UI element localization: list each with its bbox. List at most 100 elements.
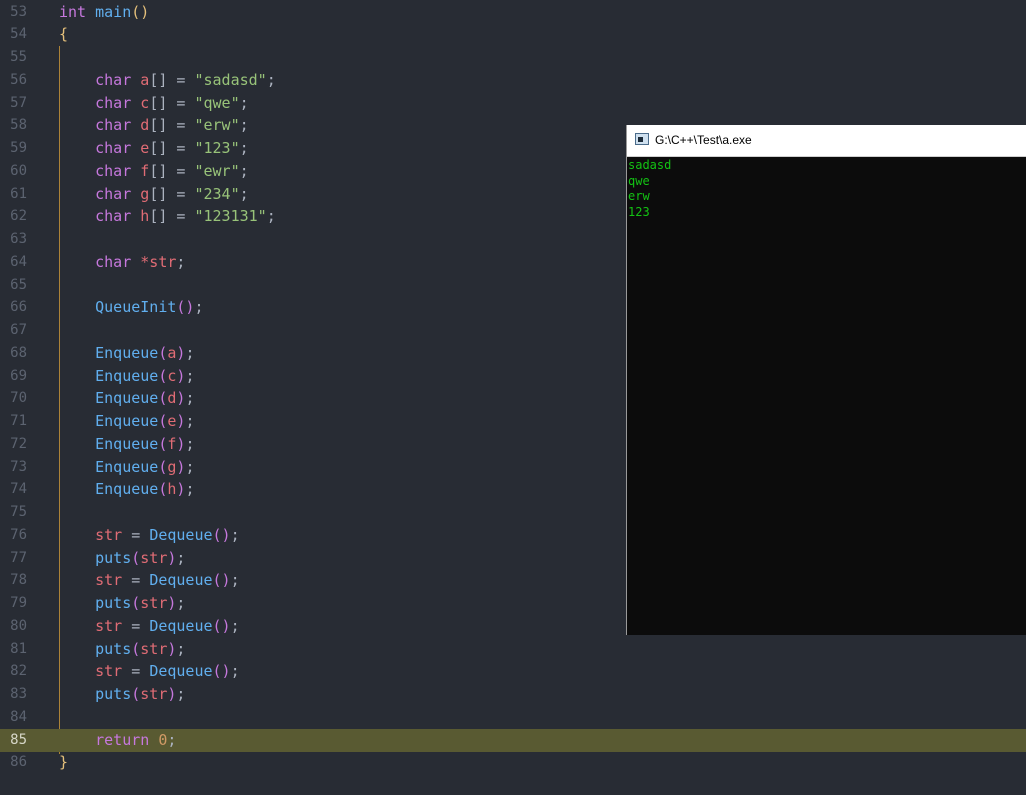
code-token: char bbox=[95, 161, 132, 180]
code-token: char bbox=[95, 207, 132, 226]
code-token: str bbox=[140, 594, 168, 612]
code-token: c bbox=[140, 93, 150, 112]
line-number: 77 bbox=[10, 549, 27, 566]
code-text: puts(str); bbox=[59, 638, 185, 661]
code-text: str = Dequeue(); bbox=[59, 524, 240, 547]
line-number: 72 bbox=[10, 435, 27, 452]
code-token: d bbox=[140, 116, 150, 135]
code-text: char f[] = "ewr"; bbox=[59, 160, 249, 183]
code-token: ; bbox=[176, 594, 186, 612]
code-token: ( bbox=[131, 594, 141, 612]
code-line[interactable]: 81 puts(str); bbox=[0, 638, 1026, 661]
code-token: str bbox=[95, 616, 123, 635]
code-token: QueueInit bbox=[95, 298, 177, 317]
code-token: *str bbox=[140, 252, 177, 271]
code-token: int bbox=[59, 2, 87, 21]
code-token: "123131" bbox=[194, 207, 267, 226]
code-line[interactable]: 84 bbox=[0, 706, 1026, 729]
code-token: () bbox=[212, 525, 231, 544]
code-line[interactable]: 53 int main() bbox=[0, 1, 1026, 24]
code-text: Enqueue(e); bbox=[59, 410, 194, 433]
line-number: 64 bbox=[10, 253, 27, 270]
code-line[interactable]: 55 bbox=[0, 46, 1026, 69]
code-token: puts bbox=[95, 548, 132, 567]
code-line[interactable]: 82 str = Dequeue(); bbox=[0, 660, 1026, 683]
code-token: "ewr" bbox=[194, 161, 240, 180]
code-token: ; bbox=[266, 70, 276, 89]
line-number: 59 bbox=[10, 140, 27, 156]
code-token: ; bbox=[185, 480, 195, 499]
code-token: Dequeue bbox=[149, 662, 213, 681]
code-token: "qwe" bbox=[194, 93, 240, 112]
code-text: Enqueue(f); bbox=[59, 433, 194, 456]
line-number: 76 bbox=[10, 526, 27, 543]
code-token: "234" bbox=[194, 184, 240, 203]
code-token: ; bbox=[239, 93, 249, 112]
code-token: ; bbox=[176, 639, 186, 658]
line-number: 74 bbox=[10, 481, 27, 498]
code-line[interactable]: 57 char c[] = "qwe"; bbox=[0, 92, 1026, 115]
code-text: str = Dequeue(); bbox=[59, 615, 240, 638]
code-token: h bbox=[140, 207, 150, 226]
line-number: 69 bbox=[10, 367, 27, 384]
console-titlebar[interactable]: G:\C++\Test\a.exe bbox=[627, 125, 1026, 157]
code-text: str = Dequeue(); bbox=[59, 569, 240, 592]
code-token: ; bbox=[185, 457, 195, 476]
code-text: Enqueue(g); bbox=[59, 456, 194, 479]
code-line[interactable]: 56 char a[] = "sadasd"; bbox=[0, 69, 1026, 92]
code-text: Enqueue(a); bbox=[59, 342, 194, 365]
code-token: () bbox=[212, 616, 231, 635]
code-text: char h[] = "123131"; bbox=[59, 205, 276, 228]
code-token: ; bbox=[167, 730, 177, 749]
console-output[interactable]: sadasd qwe erw 123 bbox=[628, 158, 1026, 220]
code-text: char e[] = "123"; bbox=[59, 137, 249, 160]
line-number: 68 bbox=[10, 344, 27, 361]
code-text: str = Dequeue(); bbox=[59, 660, 240, 683]
code-line[interactable]: 83 puts(str); bbox=[0, 683, 1026, 706]
code-line[interactable]: 54 { bbox=[0, 23, 1026, 46]
code-text: Enqueue(h); bbox=[59, 478, 194, 501]
line-number: 75 bbox=[10, 504, 27, 520]
code-token: [] = bbox=[149, 207, 195, 226]
line-number: 67 bbox=[10, 322, 27, 338]
current-code-line[interactable]: 85 return 0; bbox=[0, 728, 1026, 752]
code-token: puts bbox=[95, 685, 132, 703]
console-window[interactable]: G:\C++\Test\a.exe sadasd qwe erw 123 bbox=[626, 125, 1026, 635]
code-token: ; bbox=[185, 366, 195, 385]
code-text: puts(str); bbox=[59, 547, 185, 570]
code-token: Enqueue bbox=[95, 480, 159, 499]
code-token: } bbox=[59, 753, 69, 772]
code-token: ; bbox=[230, 662, 240, 681]
code-token: ; bbox=[176, 252, 186, 271]
code-line[interactable]: 86} bbox=[0, 751, 1026, 774]
code-token: () bbox=[176, 298, 195, 317]
code-token: ; bbox=[185, 389, 195, 408]
line-number: 56 bbox=[10, 71, 27, 88]
line-number: 55 bbox=[10, 49, 27, 65]
code-token: () bbox=[131, 2, 150, 21]
code-token: ; bbox=[239, 139, 249, 157]
code-token: [] = bbox=[149, 70, 195, 89]
code-token: main bbox=[95, 2, 132, 21]
code-token: ; bbox=[239, 184, 249, 203]
code-text: int main() bbox=[59, 1, 149, 24]
code-token: return bbox=[95, 730, 150, 749]
line-number: 83 bbox=[10, 686, 27, 702]
code-token: ; bbox=[230, 525, 240, 544]
code-text: Enqueue(c); bbox=[59, 365, 194, 388]
code-token: ( bbox=[131, 639, 141, 658]
